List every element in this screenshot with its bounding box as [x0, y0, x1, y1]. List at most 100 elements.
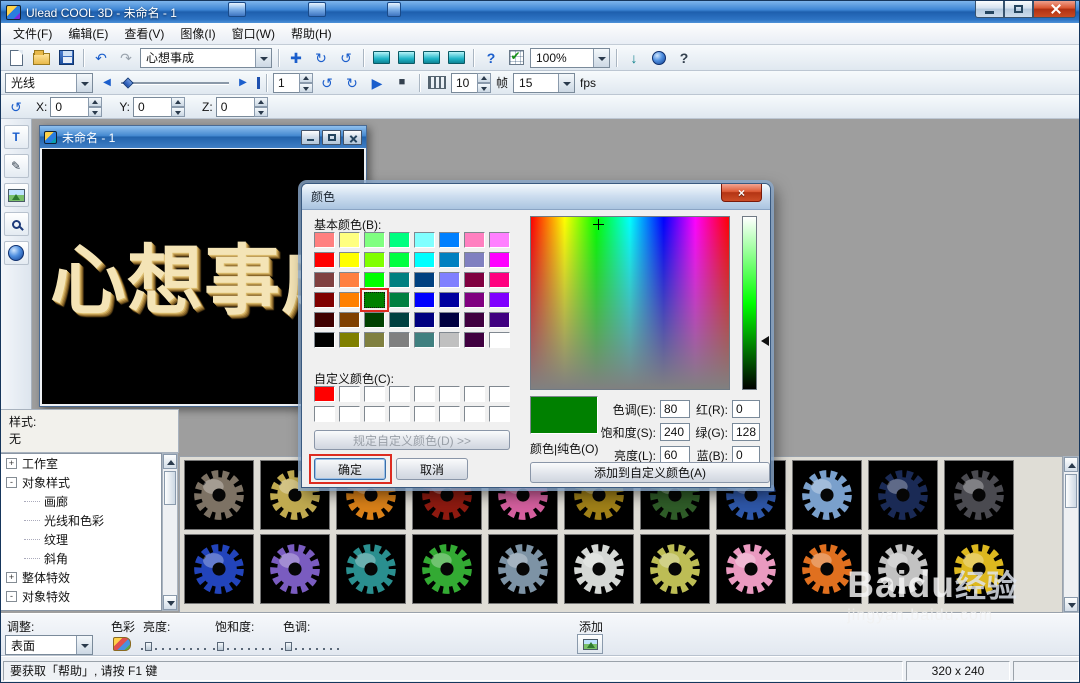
fps-combobox[interactable]: 15 — [513, 72, 576, 93]
rotate-tool-button[interactable]: ↻ — [310, 47, 332, 68]
tree-item[interactable]: - 对象样式 — [1, 473, 161, 492]
window-layout-button[interactable] — [420, 47, 442, 68]
basic-color-swatch[interactable] — [439, 312, 460, 328]
insert-image-button[interactable] — [3, 183, 29, 207]
hue-slider[interactable] — [281, 642, 343, 652]
custom-color-swatch[interactable] — [364, 386, 385, 402]
duration-spinner[interactable]: 10 — [451, 72, 491, 93]
slider-thumb[interactable] — [217, 642, 224, 651]
basic-color-swatch[interactable] — [464, 272, 485, 288]
basic-color-swatch[interactable] — [339, 232, 360, 248]
timeline-slider-thumb[interactable] — [122, 76, 134, 89]
tree-item[interactable]: 画廊 — [1, 492, 161, 511]
define-custom-colors-button[interactable]: 规定自定义颜色(D) >> — [314, 430, 510, 450]
preset-combobox[interactable]: 心想事成 — [140, 47, 272, 68]
tree-item[interactable]: + 整体特效 — [1, 568, 161, 587]
transform-mode-button[interactable]: ↺ — [5, 96, 27, 117]
maximize-button[interactable] — [1004, 1, 1033, 18]
basic-color-swatch[interactable] — [489, 232, 510, 248]
basic-color-swatch[interactable] — [414, 252, 435, 268]
basic-color-swatch[interactable] — [314, 252, 335, 268]
gear-thumbnail[interactable] — [640, 534, 710, 604]
doc-minimize-button[interactable] — [301, 129, 320, 145]
sphere-object-button[interactable] — [3, 241, 29, 265]
frame-spinner[interactable]: 1 — [273, 72, 313, 93]
gear-thumbnail[interactable] — [412, 534, 482, 604]
basic-color-swatch[interactable] — [364, 332, 385, 348]
basic-color-swatch[interactable] — [314, 312, 335, 328]
gear-thumbnail[interactable] — [488, 534, 558, 604]
basic-color-swatch[interactable] — [489, 332, 510, 348]
basic-color-swatch[interactable] — [339, 272, 360, 288]
scroll-down-icon[interactable] — [1064, 597, 1078, 612]
basic-color-swatch[interactable] — [489, 252, 510, 268]
gear-thumbnail[interactable] — [184, 460, 254, 530]
help-pointer-button[interactable]: ? — [480, 47, 502, 68]
cycle-button[interactable]: ↻ — [341, 72, 363, 93]
basic-color-swatch[interactable] — [389, 252, 410, 268]
basic-color-swatch[interactable] — [439, 232, 460, 248]
custom-color-swatch[interactable] — [339, 386, 360, 402]
basic-color-swatch[interactable] — [464, 332, 485, 348]
spinner-up-icon[interactable] — [253, 96, 268, 107]
custom-color-swatch[interactable] — [314, 406, 335, 422]
step-forward-button[interactable]: ▶ — [232, 72, 254, 93]
insert-text-button[interactable]: T — [3, 125, 29, 149]
basic-color-swatch[interactable] — [389, 332, 410, 348]
loop-button[interactable]: ↺ — [316, 72, 338, 93]
dropdown-arrow-icon[interactable] — [593, 48, 609, 67]
gear-thumbnail[interactable] — [564, 534, 634, 604]
tree-item[interactable]: + 工作室 — [1, 454, 161, 473]
basic-color-swatch[interactable] — [314, 232, 335, 248]
spinner-up-icon[interactable] — [88, 96, 103, 107]
zoom-combobox[interactable]: 100% — [530, 47, 610, 68]
spinner-up-icon[interactable] — [299, 72, 313, 83]
window-layout-button[interactable] — [370, 47, 392, 68]
gear-thumbnail[interactable] — [336, 534, 406, 604]
window-layout-button[interactable] — [445, 47, 467, 68]
adjust-combobox[interactable]: 表面 — [5, 635, 93, 655]
basic-color-swatch[interactable] — [389, 312, 410, 328]
basic-color-swatch[interactable] — [339, 312, 360, 328]
menu-item[interactable]: 文件(F) — [5, 22, 60, 45]
basic-color-swatch[interactable] — [314, 272, 335, 288]
basic-color-swatch[interactable] — [414, 332, 435, 348]
basic-color-swatch[interactable] — [314, 332, 335, 348]
basic-color-swatch[interactable] — [389, 272, 410, 288]
tree-item[interactable]: 光线和色彩 — [1, 511, 161, 530]
x-spinner[interactable]: 0 — [50, 96, 103, 117]
custom-color-swatch[interactable] — [389, 386, 410, 402]
basic-color-swatch[interactable] — [364, 232, 385, 248]
light-combobox[interactable]: 光线 — [5, 72, 93, 93]
custom-color-swatch[interactable] — [339, 406, 360, 422]
basic-color-swatch[interactable] — [389, 232, 410, 248]
move-tool-button[interactable]: ✚ — [285, 47, 307, 68]
scrollbar-thumb[interactable] — [1065, 474, 1077, 508]
tree-toggle-icon[interactable]: - — [6, 477, 17, 488]
basic-color-swatch[interactable] — [439, 292, 460, 308]
step-back-button[interactable]: ◀ — [96, 72, 118, 93]
menu-item[interactable]: 查看(V) — [116, 22, 172, 45]
scroll-down-icon[interactable] — [163, 595, 177, 610]
spinner-down-icon[interactable] — [88, 106, 103, 117]
gear-thumbnail[interactable] — [260, 534, 330, 604]
custom-color-swatch[interactable] — [489, 386, 510, 402]
tree-item[interactable]: - 对象特效 — [1, 587, 161, 606]
custom-color-swatch[interactable] — [414, 386, 435, 402]
basic-color-swatch[interactable] — [339, 292, 360, 308]
palette-icon[interactable] — [113, 637, 131, 651]
spinner-up-icon[interactable] — [171, 96, 186, 107]
basic-color-swatch[interactable] — [364, 272, 385, 288]
basic-color-swatch[interactable] — [464, 232, 485, 248]
slider-thumb[interactable] — [285, 642, 292, 651]
custom-color-swatch[interactable] — [464, 406, 485, 422]
custom-color-swatch[interactable] — [439, 406, 460, 422]
menu-item[interactable]: 窗口(W) — [224, 22, 283, 45]
tree-item[interactable]: 纹理 — [1, 530, 161, 549]
basic-color-swatch[interactable] — [414, 292, 435, 308]
luminance-bar[interactable] — [742, 216, 757, 390]
basic-color-swatch[interactable] — [339, 252, 360, 268]
frame-value[interactable]: 1 — [273, 72, 299, 93]
close-button[interactable] — [1033, 1, 1076, 18]
dropdown-arrow-icon[interactable] — [76, 73, 92, 92]
